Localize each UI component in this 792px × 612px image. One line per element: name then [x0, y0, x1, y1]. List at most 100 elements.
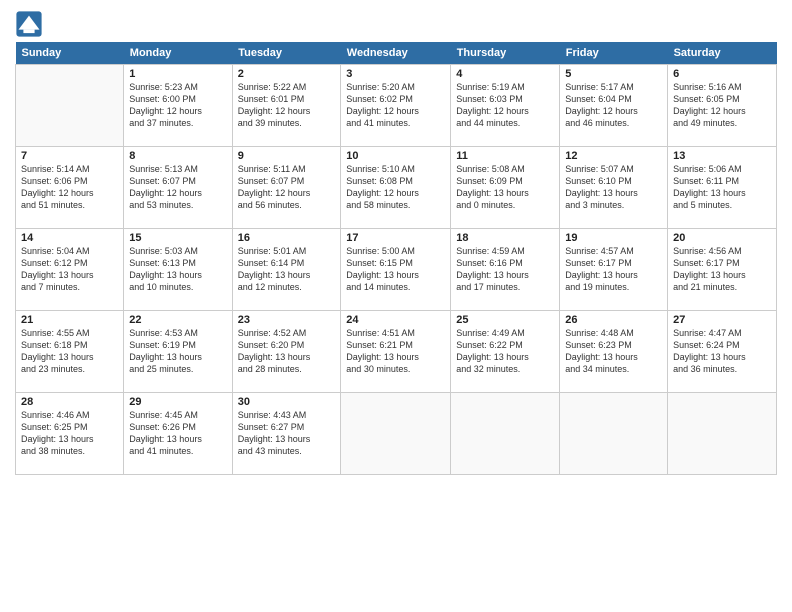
day-info: Sunrise: 5:04 AM Sunset: 6:12 PM Dayligh… [21, 245, 118, 294]
day-number: 9 [238, 150, 336, 162]
day-info: Sunrise: 5:10 AM Sunset: 6:08 PM Dayligh… [346, 163, 445, 212]
day-number: 6 [673, 68, 771, 80]
day-number: 14 [21, 232, 118, 244]
header-row: SundayMondayTuesdayWednesdayThursdayFrid… [16, 42, 777, 65]
weekday-header-tuesday: Tuesday [232, 42, 341, 65]
calendar-cell: 11Sunrise: 5:08 AM Sunset: 6:09 PM Dayli… [451, 147, 560, 229]
calendar-cell: 5Sunrise: 5:17 AM Sunset: 6:04 PM Daylig… [560, 65, 668, 147]
day-number: 16 [238, 232, 336, 244]
day-number: 25 [456, 314, 554, 326]
day-number: 5 [565, 68, 662, 80]
day-info: Sunrise: 4:57 AM Sunset: 6:17 PM Dayligh… [565, 245, 662, 294]
day-number: 17 [346, 232, 445, 244]
calendar-cell: 14Sunrise: 5:04 AM Sunset: 6:12 PM Dayli… [16, 229, 124, 311]
day-info: Sunrise: 4:49 AM Sunset: 6:22 PM Dayligh… [456, 327, 554, 376]
calendar-cell: 30Sunrise: 4:43 AM Sunset: 6:27 PM Dayli… [232, 393, 341, 475]
week-row-2: 7Sunrise: 5:14 AM Sunset: 6:06 PM Daylig… [16, 147, 777, 229]
day-info: Sunrise: 4:48 AM Sunset: 6:23 PM Dayligh… [565, 327, 662, 376]
day-number: 18 [456, 232, 554, 244]
calendar-table: SundayMondayTuesdayWednesdayThursdayFrid… [15, 42, 777, 475]
day-info: Sunrise: 5:01 AM Sunset: 6:14 PM Dayligh… [238, 245, 336, 294]
weekday-header-monday: Monday [124, 42, 232, 65]
day-info: Sunrise: 5:20 AM Sunset: 6:02 PM Dayligh… [346, 81, 445, 130]
day-info: Sunrise: 4:55 AM Sunset: 6:18 PM Dayligh… [21, 327, 118, 376]
calendar-cell [668, 393, 777, 475]
day-info: Sunrise: 5:22 AM Sunset: 6:01 PM Dayligh… [238, 81, 336, 130]
day-info: Sunrise: 4:46 AM Sunset: 6:25 PM Dayligh… [21, 409, 118, 458]
day-number: 28 [21, 396, 118, 408]
calendar-cell: 27Sunrise: 4:47 AM Sunset: 6:24 PM Dayli… [668, 311, 777, 393]
day-info: Sunrise: 4:52 AM Sunset: 6:20 PM Dayligh… [238, 327, 336, 376]
day-number: 1 [129, 68, 226, 80]
calendar-cell [560, 393, 668, 475]
day-info: Sunrise: 5:13 AM Sunset: 6:07 PM Dayligh… [129, 163, 226, 212]
day-info: Sunrise: 4:45 AM Sunset: 6:26 PM Dayligh… [129, 409, 226, 458]
calendar-cell: 4Sunrise: 5:19 AM Sunset: 6:03 PM Daylig… [451, 65, 560, 147]
day-number: 8 [129, 150, 226, 162]
day-info: Sunrise: 5:19 AM Sunset: 6:03 PM Dayligh… [456, 81, 554, 130]
day-number: 27 [673, 314, 771, 326]
calendar-cell: 12Sunrise: 5:07 AM Sunset: 6:10 PM Dayli… [560, 147, 668, 229]
calendar-cell: 17Sunrise: 5:00 AM Sunset: 6:15 PM Dayli… [341, 229, 451, 311]
calendar-cell: 7Sunrise: 5:14 AM Sunset: 6:06 PM Daylig… [16, 147, 124, 229]
calendar-cell: 13Sunrise: 5:06 AM Sunset: 6:11 PM Dayli… [668, 147, 777, 229]
day-info: Sunrise: 4:51 AM Sunset: 6:21 PM Dayligh… [346, 327, 445, 376]
day-info: Sunrise: 4:43 AM Sunset: 6:27 PM Dayligh… [238, 409, 336, 458]
calendar-cell: 22Sunrise: 4:53 AM Sunset: 6:19 PM Dayli… [124, 311, 232, 393]
weekday-header-thursday: Thursday [451, 42, 560, 65]
day-info: Sunrise: 4:47 AM Sunset: 6:24 PM Dayligh… [673, 327, 771, 376]
day-number: 19 [565, 232, 662, 244]
main-container: SundayMondayTuesdayWednesdayThursdayFrid… [0, 0, 792, 480]
day-info: Sunrise: 5:07 AM Sunset: 6:10 PM Dayligh… [565, 163, 662, 212]
day-info: Sunrise: 5:00 AM Sunset: 6:15 PM Dayligh… [346, 245, 445, 294]
calendar-cell: 10Sunrise: 5:10 AM Sunset: 6:08 PM Dayli… [341, 147, 451, 229]
day-number: 7 [21, 150, 118, 162]
calendar-cell: 23Sunrise: 4:52 AM Sunset: 6:20 PM Dayli… [232, 311, 341, 393]
day-number: 4 [456, 68, 554, 80]
calendar-cell [451, 393, 560, 475]
day-info: Sunrise: 5:11 AM Sunset: 6:07 PM Dayligh… [238, 163, 336, 212]
weekday-header-saturday: Saturday [668, 42, 777, 65]
calendar-cell: 21Sunrise: 4:55 AM Sunset: 6:18 PM Dayli… [16, 311, 124, 393]
calendar-cell: 3Sunrise: 5:20 AM Sunset: 6:02 PM Daylig… [341, 65, 451, 147]
day-number: 20 [673, 232, 771, 244]
day-number: 10 [346, 150, 445, 162]
day-info: Sunrise: 5:23 AM Sunset: 6:00 PM Dayligh… [129, 81, 226, 130]
week-row-5: 28Sunrise: 4:46 AM Sunset: 6:25 PM Dayli… [16, 393, 777, 475]
weekday-header-friday: Friday [560, 42, 668, 65]
day-info: Sunrise: 5:14 AM Sunset: 6:06 PM Dayligh… [21, 163, 118, 212]
week-row-1: 1Sunrise: 5:23 AM Sunset: 6:00 PM Daylig… [16, 65, 777, 147]
calendar-cell: 6Sunrise: 5:16 AM Sunset: 6:05 PM Daylig… [668, 65, 777, 147]
day-number: 29 [129, 396, 226, 408]
calendar-cell: 18Sunrise: 4:59 AM Sunset: 6:16 PM Dayli… [451, 229, 560, 311]
calendar-cell: 25Sunrise: 4:49 AM Sunset: 6:22 PM Dayli… [451, 311, 560, 393]
logo-icon [15, 10, 43, 38]
day-number: 15 [129, 232, 226, 244]
weekday-header-wednesday: Wednesday [341, 42, 451, 65]
calendar-cell: 8Sunrise: 5:13 AM Sunset: 6:07 PM Daylig… [124, 147, 232, 229]
day-info: Sunrise: 5:16 AM Sunset: 6:05 PM Dayligh… [673, 81, 771, 130]
calendar-cell: 1Sunrise: 5:23 AM Sunset: 6:00 PM Daylig… [124, 65, 232, 147]
day-info: Sunrise: 4:56 AM Sunset: 6:17 PM Dayligh… [673, 245, 771, 294]
calendar-cell: 26Sunrise: 4:48 AM Sunset: 6:23 PM Dayli… [560, 311, 668, 393]
day-number: 3 [346, 68, 445, 80]
day-number: 12 [565, 150, 662, 162]
day-info: Sunrise: 5:08 AM Sunset: 6:09 PM Dayligh… [456, 163, 554, 212]
calendar-cell: 9Sunrise: 5:11 AM Sunset: 6:07 PM Daylig… [232, 147, 341, 229]
day-number: 26 [565, 314, 662, 326]
day-number: 24 [346, 314, 445, 326]
day-number: 30 [238, 396, 336, 408]
calendar-cell: 20Sunrise: 4:56 AM Sunset: 6:17 PM Dayli… [668, 229, 777, 311]
calendar-cell [341, 393, 451, 475]
day-info: Sunrise: 5:17 AM Sunset: 6:04 PM Dayligh… [565, 81, 662, 130]
day-info: Sunrise: 4:53 AM Sunset: 6:19 PM Dayligh… [129, 327, 226, 376]
calendar-cell: 28Sunrise: 4:46 AM Sunset: 6:25 PM Dayli… [16, 393, 124, 475]
day-info: Sunrise: 5:06 AM Sunset: 6:11 PM Dayligh… [673, 163, 771, 212]
calendar-cell: 16Sunrise: 5:01 AM Sunset: 6:14 PM Dayli… [232, 229, 341, 311]
day-info: Sunrise: 4:59 AM Sunset: 6:16 PM Dayligh… [456, 245, 554, 294]
calendar-cell: 29Sunrise: 4:45 AM Sunset: 6:26 PM Dayli… [124, 393, 232, 475]
week-row-4: 21Sunrise: 4:55 AM Sunset: 6:18 PM Dayli… [16, 311, 777, 393]
calendar-cell: 19Sunrise: 4:57 AM Sunset: 6:17 PM Dayli… [560, 229, 668, 311]
calendar-cell [16, 65, 124, 147]
day-number: 22 [129, 314, 226, 326]
